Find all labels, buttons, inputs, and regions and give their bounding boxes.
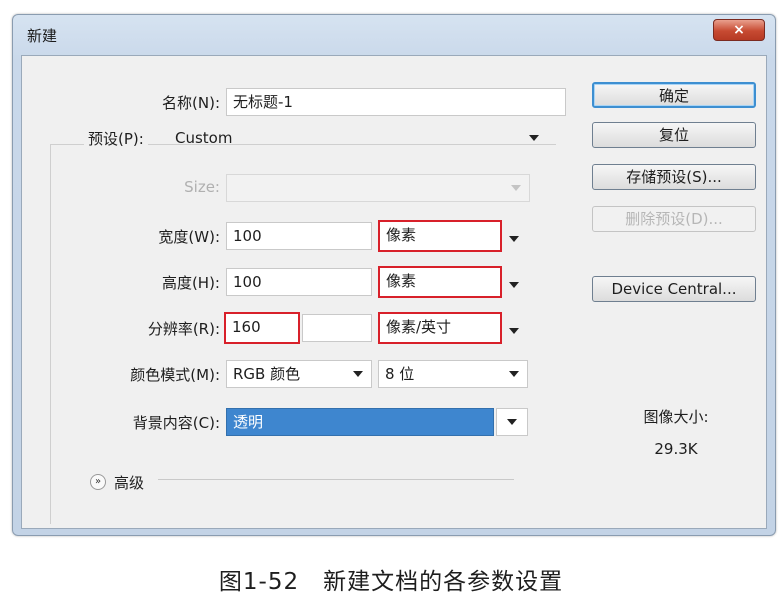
dropdown-arrow-icon (507, 419, 517, 425)
advanced-divider (158, 479, 514, 480)
bit-depth-select[interactable]: 8 位 (378, 360, 528, 388)
title-bar: 新建 × (13, 15, 775, 53)
save-preset-button[interactable]: 存储预设(S)... (592, 164, 756, 190)
size-label: Size: (184, 178, 220, 196)
resolution-unit-select[interactable]: 像素/英寸 (378, 312, 502, 344)
reset-button[interactable]: 复位 (592, 122, 756, 148)
dropdown-arrow-icon[interactable] (509, 282, 519, 288)
width-label: 宽度(W): (158, 228, 220, 246)
preset-value: Custom (175, 129, 233, 147)
close-icon: × (733, 22, 745, 38)
color-mode-select[interactable]: RGB 颜色 (226, 360, 372, 388)
close-button[interactable]: × (713, 19, 765, 41)
size-select (226, 174, 530, 202)
image-size-value: 29.3K (654, 440, 698, 458)
dropdown-arrow-icon (509, 371, 519, 377)
width-unit-select[interactable]: 像素 (378, 220, 502, 252)
window-title: 新建 (27, 27, 58, 45)
resolution-input[interactable]: 160 (224, 312, 300, 344)
dialog-body: 名称(N): 无标题-1 预设(P): Custom Size: 宽度(W): … (21, 55, 767, 529)
name-input[interactable]: 无标题-1 (226, 88, 566, 116)
preset-select[interactable]: Custom (168, 124, 548, 152)
bit-depth-value: 8 位 (385, 365, 415, 383)
advanced-label[interactable]: 高级 (114, 472, 144, 493)
resolution-unit-value: 像素/英寸 (386, 318, 452, 336)
dropdown-arrow-icon (529, 135, 539, 141)
height-input[interactable]: 100 (226, 268, 372, 296)
resolution-label: 分辨率(R): (147, 320, 220, 338)
background-contents-dropdown[interactable] (496, 408, 528, 436)
delete-preset-button: 删除预设(D)... (592, 206, 756, 232)
dropdown-arrow-icon (511, 185, 521, 191)
height-label: 高度(H): (161, 274, 220, 292)
dropdown-arrow-icon[interactable] (509, 328, 519, 334)
dropdown-arrow-icon[interactable] (509, 236, 519, 242)
width-unit-value: 像素 (386, 226, 417, 244)
device-central-button[interactable]: Device Central... (592, 276, 756, 302)
background-contents-select[interactable]: 透明 (226, 408, 494, 436)
ok-button[interactable]: 确定 (592, 82, 756, 108)
color-mode-value: RGB 颜色 (233, 365, 301, 383)
width-input[interactable]: 100 (226, 222, 372, 250)
name-label: 名称(N): (162, 94, 220, 112)
dropdown-arrow-icon (353, 371, 363, 377)
preset-label: 预设(P): (84, 128, 148, 149)
color-mode-label: 颜色模式(M): (130, 366, 220, 384)
new-document-dialog: 新建 × 名称(N): 无标题-1 预设(P): Custom Size: 宽度… (12, 14, 776, 536)
resolution-input-extension[interactable] (302, 314, 372, 342)
height-unit-value: 像素 (386, 272, 417, 290)
background-contents-label: 背景内容(C): (132, 414, 220, 432)
height-unit-select[interactable]: 像素 (378, 266, 502, 298)
figure-caption: 图1-52 新建文档的各参数设置 (218, 569, 564, 595)
chevron-double-down-icon[interactable]: » (90, 474, 106, 490)
image-size-label: 图像大小: (643, 408, 709, 426)
